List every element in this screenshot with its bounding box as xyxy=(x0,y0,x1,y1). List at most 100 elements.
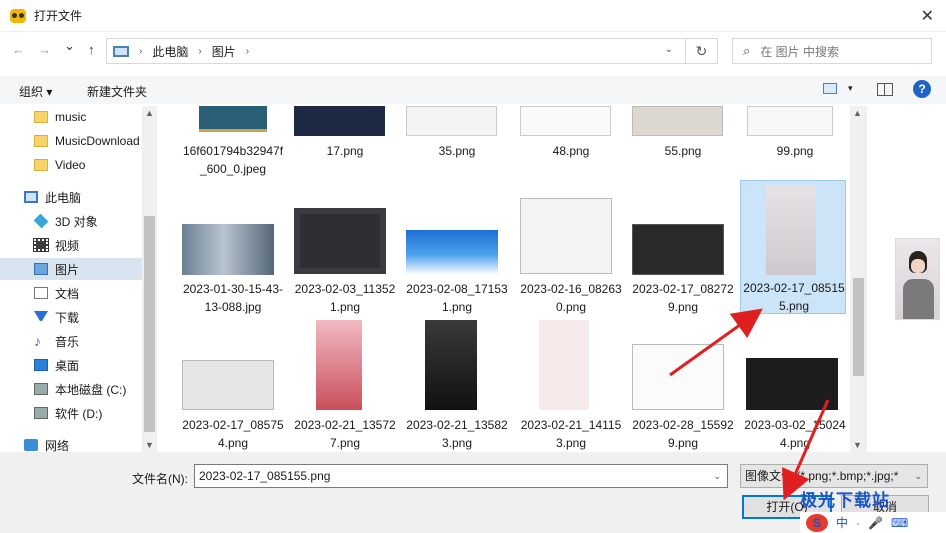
sidebar-item-label: 图片 xyxy=(55,262,80,277)
file-tile[interactable]: 2023-02-03_113521.png xyxy=(292,182,398,318)
folder-icon xyxy=(34,111,48,123)
file-tile[interactable]: 2023-02-28_155929.png xyxy=(630,320,736,452)
file-thumbnail xyxy=(747,106,833,136)
file-name: 2023-02-28_155929.png xyxy=(632,418,734,450)
scroll-up-icon[interactable]: ▲ xyxy=(145,108,154,118)
breadcrumb-this-pc[interactable]: 此电脑 xyxy=(152,43,188,60)
up-arrow-icon[interactable]: ↑ xyxy=(88,42,95,57)
file-tile[interactable]: 2023-02-16_082630.png xyxy=(518,182,624,318)
file-thumbnail xyxy=(294,106,385,136)
file-name: 48.png xyxy=(552,144,590,158)
document-icon xyxy=(34,287,48,299)
scrollbar-thumb[interactable] xyxy=(144,216,155,432)
sidebar-item-network[interactable]: 网络 xyxy=(0,434,142,452)
refresh-button[interactable]: ↻ xyxy=(686,38,718,64)
new-folder-button[interactable]: 新建文件夹 xyxy=(87,83,147,100)
microphone-icon: 🎤 xyxy=(868,515,883,530)
window-title: 打开文件 xyxy=(34,9,83,23)
sidebar-item-pictures[interactable]: 图片 xyxy=(0,258,142,280)
search-placeholder: 在 图片 中搜索 xyxy=(760,44,839,59)
file-name: 2023-02-21_135727.png xyxy=(294,418,396,450)
file-thumbnail xyxy=(316,320,362,410)
download-icon xyxy=(34,311,48,323)
sidebar-item-documents[interactable]: 文档 xyxy=(0,282,142,304)
sidebar-item-music[interactable]: music xyxy=(0,106,142,128)
chevron-down-icon[interactable]: ⌄ xyxy=(713,465,721,487)
file-tile[interactable]: 2023-02-17_082729.png xyxy=(630,182,736,318)
organize-menu[interactable]: 组织 ▾ xyxy=(19,83,52,100)
file-name: 2023-02-21_135823.png xyxy=(406,418,508,450)
filename-input[interactable]: 2023-02-17_085155.png ⌄ xyxy=(194,464,728,488)
sidebar-item-this-pc[interactable]: 此电脑 xyxy=(0,186,142,208)
file-name: 2023-02-21_141153.png xyxy=(520,418,622,450)
sidebar-item-downloads[interactable]: 下载 xyxy=(0,306,142,328)
sidebar-item-desktop[interactable]: 桌面 xyxy=(0,354,142,376)
sidebar-item-label: 桌面 xyxy=(55,358,80,373)
chevron-down-icon[interactable]: ⌄ xyxy=(912,465,922,487)
scroll-down-icon[interactable]: ▼ xyxy=(145,440,154,450)
filetype-value: 图像文件 (*.png;*.bmp;*.jpg;* xyxy=(745,469,899,483)
sidebar-scrollbar[interactable]: ▲ ▼ xyxy=(142,106,157,452)
preview-figure-face xyxy=(911,259,925,273)
sidebar-item-label: 网络 xyxy=(45,438,70,453)
desktop-icon xyxy=(34,359,48,371)
sidebar-item-label: MusicDownload xyxy=(55,134,140,148)
watermark-logo-icon: S xyxy=(806,513,828,532)
sidebar-item-drive-d[interactable]: 软件 (D:) xyxy=(0,402,142,424)
filetype-select[interactable]: 图像文件 (*.png;*.bmp;*.jpg;* ⌄ xyxy=(740,464,928,488)
file-tile[interactable]: 2023-02-17_085754.png xyxy=(180,320,286,452)
file-tile[interactable]: 17.png xyxy=(292,106,398,158)
file-thumbnail xyxy=(182,360,274,410)
file-thumbnail xyxy=(520,106,611,136)
file-name: 2023-02-16_082630.png xyxy=(520,282,622,314)
drive-icon xyxy=(34,407,48,419)
ime-toolbar: S 中 · 🎤 ⌨ xyxy=(800,512,946,533)
file-thumbnail xyxy=(520,198,612,274)
network-icon xyxy=(24,439,38,451)
folder-icon xyxy=(34,135,48,147)
file-tile-selected[interactable]: 2023-02-17_085155.png xyxy=(740,180,846,314)
sidebar-item-label: 3D 对象 xyxy=(55,214,98,229)
search-input[interactable]: ⌕ 在 图片 中搜索 xyxy=(732,38,932,64)
view-dropdown-icon[interactable]: ▾ xyxy=(848,83,853,94)
sidebar-item-drive-c[interactable]: 本地磁盘 (C:) xyxy=(0,378,142,400)
address-dropdown-icon[interactable]: ⌄ xyxy=(665,44,673,55)
scroll-down-icon[interactable]: ▼ xyxy=(853,440,862,450)
scroll-up-icon[interactable]: ▲ xyxy=(853,108,862,118)
sidebar-item-musicdownload[interactable]: MusicDownload xyxy=(0,130,142,152)
recent-locations-icon[interactable]: ⌄ xyxy=(64,38,75,54)
file-tile[interactable]: 48.png xyxy=(518,106,624,158)
help-icon[interactable]: ? xyxy=(913,80,931,98)
file-tile[interactable]: 2023-02-21_141153.png xyxy=(518,320,624,452)
file-thumbnail xyxy=(425,320,477,410)
address-bar[interactable]: › 此电脑 › 图片 › ⌄ xyxy=(106,38,686,64)
file-tile[interactable]: 35.png xyxy=(404,106,510,158)
file-thumbnail xyxy=(539,320,589,410)
scrollbar-thumb[interactable] xyxy=(853,278,864,376)
view-options-icon[interactable] xyxy=(823,83,837,94)
file-tile[interactable]: 2023-01-30-15-43-13-088.jpg xyxy=(180,182,286,318)
sidebar-item-3d-objects[interactable]: 3D 对象 xyxy=(0,210,142,232)
app-logo-icon xyxy=(10,8,26,23)
file-tile[interactable]: 2023-03-02_150244.png xyxy=(742,320,846,452)
back-arrow-icon[interactable]: ← xyxy=(12,42,25,57)
breadcrumb-pictures[interactable]: 图片 xyxy=(212,43,236,60)
file-tile[interactable]: 99.png xyxy=(742,106,846,158)
drive-icon xyxy=(34,383,48,395)
close-icon[interactable]: ✕ xyxy=(921,6,934,26)
file-tile[interactable]: 2023-02-21_135727.png xyxy=(292,320,398,452)
forward-arrow-icon[interactable]: → xyxy=(38,42,51,57)
preview-pane-icon[interactable] xyxy=(877,83,893,96)
file-tile[interactable]: 2023-02-21_135823.png xyxy=(404,320,510,452)
file-list: 16f601794b32947f_600_0.jpeg 17.png 35.pn… xyxy=(158,106,846,452)
sidebar-item-video[interactable]: Video xyxy=(0,154,142,176)
file-tile[interactable]: 55.png xyxy=(630,106,736,158)
file-tile[interactable]: 16f601794b32947f_600_0.jpeg xyxy=(180,106,286,178)
file-tile[interactable]: 2023-02-08_171531.png xyxy=(404,182,510,318)
file-thumbnail xyxy=(182,224,274,275)
file-name: 2023-02-17_085155.png xyxy=(743,281,845,313)
sidebar-item-music-library[interactable]: ♪ 音乐 xyxy=(0,330,142,352)
file-name: 2023-01-30-15-43-13-088.jpg xyxy=(182,282,284,314)
file-list-scrollbar[interactable]: ▲ ▼ xyxy=(850,106,867,452)
sidebar-item-videos[interactable]: 视频 xyxy=(0,234,142,256)
